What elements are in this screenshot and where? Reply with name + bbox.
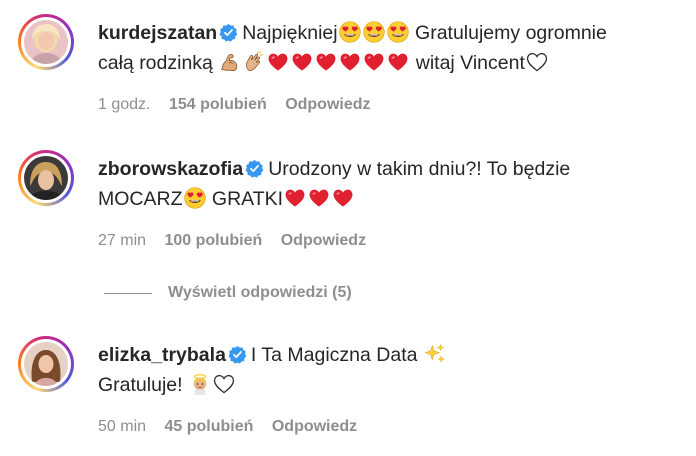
comment-meta: 27 min 100 polubień Odpowiedz	[98, 232, 380, 250]
white-heart-emoji-icon	[526, 51, 548, 73]
comment-body-part: całą rodzinką	[98, 52, 213, 74]
red-heart-emoji-icon	[315, 51, 337, 73]
clapping-hands-emoji-icon	[243, 51, 265, 73]
comment-body-part: GRATKI	[211, 188, 284, 210]
sparkles-emoji-icon	[424, 343, 446, 365]
comment-body-part: Najpiękniej	[242, 22, 338, 44]
divider-line	[104, 292, 152, 294]
reply-button[interactable]: Odpowiedz	[285, 96, 370, 113]
comment-username[interactable]: elizka_trybala	[98, 344, 226, 366]
comment-body-part: MOCARZ	[98, 188, 183, 210]
white-heart-emoji-icon	[213, 373, 235, 395]
red-heart-emoji-icon	[291, 51, 313, 73]
red-heart-emoji-icon	[332, 187, 354, 209]
flexed-biceps-emoji-icon	[219, 51, 241, 73]
comment-body-part: Urodzony w takim dniu?! To będzie	[268, 158, 571, 180]
comment-body-part: Gratuluje!	[98, 374, 183, 396]
red-heart-emoji-icon	[267, 51, 289, 73]
avatar-kurdejszatan[interactable]	[18, 14, 74, 70]
comment-username[interactable]: kurdejszatan	[98, 22, 217, 44]
baby-angel-emoji-icon	[189, 373, 211, 395]
comment-text: elizka_trybala I Ta Magiczna Data Gratulu…	[98, 340, 686, 400]
reply-button[interactable]: Odpowiedz	[281, 232, 366, 249]
red-heart-emoji-icon	[363, 51, 385, 73]
comment-text: zborowskazofia Urodzony w takim dniu?! To…	[98, 154, 686, 214]
red-heart-emoji-icon	[339, 51, 361, 73]
comment-meta: 50 min 45 polubień Odpowiedz	[98, 418, 371, 436]
likes-count-button[interactable]: 45 polubień	[164, 418, 253, 435]
comment-username[interactable]: zborowskazofia	[98, 158, 243, 180]
view-replies-label: Wyświetl odpowiedzi (5)	[168, 284, 352, 301]
avatar-elizka-trybala[interactable]	[18, 336, 74, 392]
red-heart-emoji-icon	[308, 187, 330, 209]
heart-eyes-emoji-icon	[339, 21, 361, 43]
verified-badge-icon	[245, 159, 264, 178]
comment-time[interactable]: 50 min	[98, 418, 146, 435]
likes-count-button[interactable]: 154 polubień	[169, 96, 267, 113]
comment-text: kurdejszatan Najpiękniej Gratulujemy ogro…	[98, 18, 686, 78]
heart-eyes-emoji-icon	[184, 187, 206, 209]
comment-meta: 1 godz. 154 polubień Odpowiedz	[98, 96, 385, 114]
red-heart-emoji-icon	[387, 51, 409, 73]
view-replies-button[interactable]: Wyświetl odpowiedzi (5)	[104, 284, 352, 302]
comment-body-part: Gratulujemy ogromnie	[415, 22, 607, 44]
avatar-zborowskazofia[interactable]	[18, 150, 74, 206]
reply-button[interactable]: Odpowiedz	[272, 418, 357, 435]
verified-badge-icon	[228, 345, 247, 364]
verified-badge-icon	[219, 23, 238, 42]
comment-time[interactable]: 27 min	[98, 232, 146, 249]
likes-count-button[interactable]: 100 polubień	[164, 232, 262, 249]
comment-time[interactable]: 1 godz.	[98, 96, 150, 113]
heart-eyes-emoji-icon	[387, 21, 409, 43]
red-heart-emoji-icon	[284, 187, 306, 209]
comment-body-part: witaj Vincent	[415, 52, 525, 74]
heart-eyes-emoji-icon	[363, 21, 385, 43]
comment-body-part: I Ta Magiczna Data	[250, 344, 418, 366]
